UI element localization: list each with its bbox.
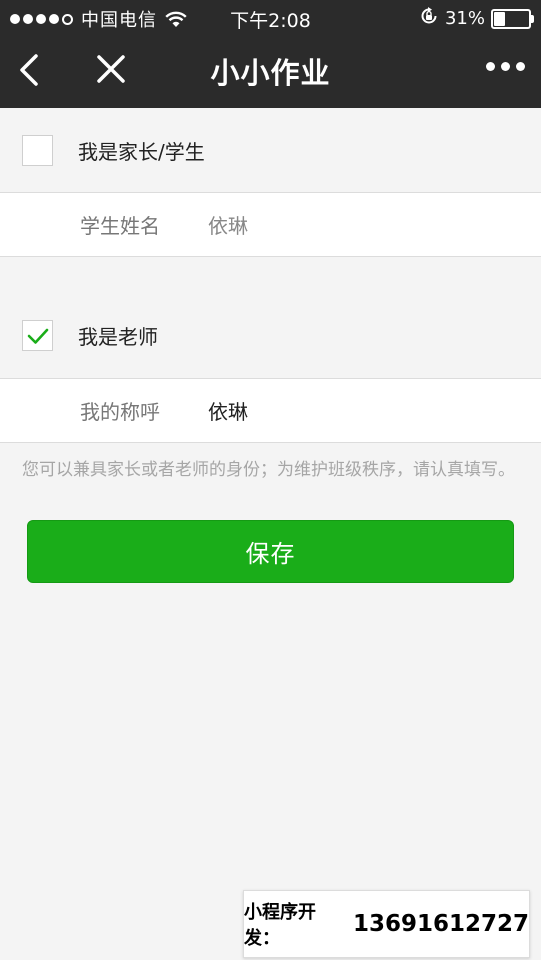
status-right: 31% (419, 6, 534, 31)
more-icon (486, 62, 495, 71)
battery-fill (494, 11, 506, 26)
teacher-title-row[interactable]: 我的称呼 依琳 (0, 379, 541, 443)
status-bar: 中国电信 下午2:08 31% (0, 0, 541, 36)
teacher-role-row[interactable]: 我是老师 (0, 293, 541, 379)
teacher-section: 我是老师 我的称呼 依琳 (0, 293, 541, 443)
student-name-input[interactable]: 依琳 (208, 210, 248, 239)
teacher-title-input[interactable]: 依琳 (208, 396, 248, 425)
page-title: 小小作业 (210, 56, 331, 90)
more-icon (501, 62, 510, 71)
teacher-checkbox[interactable] (22, 320, 53, 351)
parent-role-label: 我是家长/学生 (78, 139, 205, 164)
rotation-lock-icon (419, 6, 439, 31)
developer-phone: 13691612727 (352, 911, 529, 937)
save-button[interactable]: 保存 (27, 520, 514, 583)
nav-bar: 小小作业 (0, 36, 541, 108)
more-button[interactable] (486, 62, 525, 71)
parent-section: 我是家长/学生 学生姓名 依琳 (0, 108, 541, 257)
developer-contact-card: 小程序开发： 13691612727 (243, 890, 530, 958)
teacher-role-label: 我是老师 (78, 325, 158, 349)
parent-role-row[interactable]: 我是家长/学生 (0, 108, 541, 193)
battery-percent: 31% (444, 8, 485, 29)
student-name-row[interactable]: 学生姓名 依琳 (0, 193, 541, 257)
student-name-label: 学生姓名 (80, 214, 160, 238)
parent-checkbox[interactable] (22, 134, 53, 166)
teacher-title-label: 我的称呼 (80, 400, 160, 424)
checkmark-icon (27, 328, 48, 344)
more-icon (516, 62, 525, 71)
developer-label: 小程序开发： (244, 902, 316, 949)
battery-icon (491, 8, 534, 29)
top-bar: 中国电信 下午2:08 31% 小小作业 (0, 0, 541, 108)
hint-text: 您可以兼具家长或者老师的身份；为维护班级秩序，请认真填写。 (22, 460, 515, 480)
